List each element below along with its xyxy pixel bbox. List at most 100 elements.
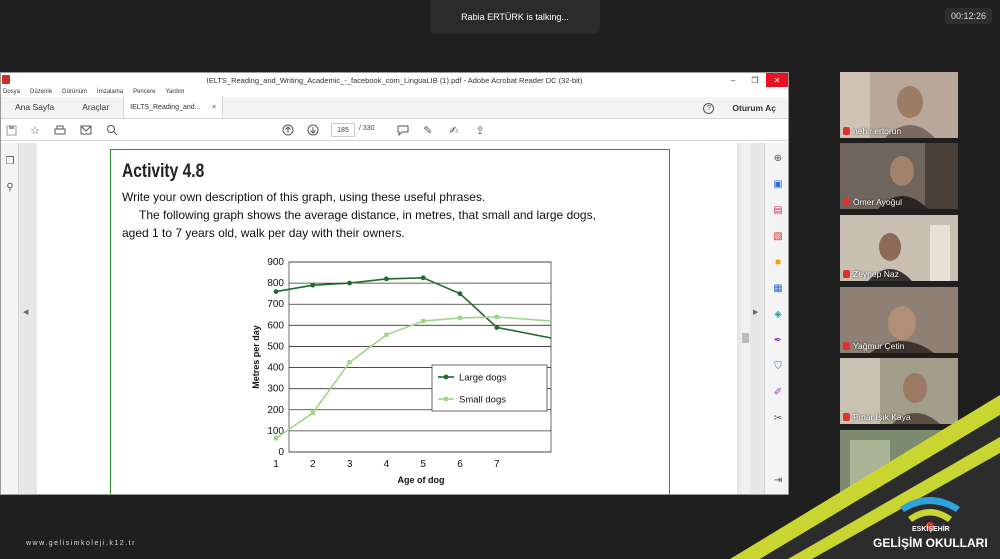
data-point	[494, 325, 500, 330]
organize-pages-icon[interactable]: ▤	[771, 203, 785, 217]
share-icon[interactable]: ⇪	[473, 123, 487, 137]
comment-tool-icon[interactable]: ■	[771, 255, 785, 269]
muted-mic-icon	[843, 342, 850, 350]
comment-icon[interactable]	[396, 123, 410, 137]
tab-document-label: IELTS_Reading_and...	[130, 103, 201, 111]
y-tick-label: 600	[267, 320, 284, 331]
data-point	[384, 332, 389, 338]
data-point	[457, 315, 463, 321]
meeting-timer: 00:12:26	[944, 8, 992, 24]
legend-label: Large dogs	[459, 373, 507, 384]
search-icon[interactable]	[105, 123, 119, 137]
x-tick-label: 2	[310, 459, 316, 470]
data-point	[347, 280, 352, 286]
y-tick-label: 200	[267, 405, 284, 416]
sign-in-button[interactable]: Oturum Aç	[732, 103, 776, 113]
y-tick-label: 100	[267, 426, 284, 437]
participant-tile[interactable]: Yağmur Çetin	[840, 287, 958, 353]
highlight-pen-icon[interactable]: ✎	[421, 123, 435, 137]
school-logo-banner	[730, 395, 1000, 559]
plot-area	[288, 261, 552, 453]
menu-edit[interactable]: Düzenle	[30, 89, 52, 95]
y-tick-label: 300	[267, 384, 284, 395]
toolbar: ☆ 185 / 330 ✎ ✍ ⇪	[1, 119, 788, 141]
data-point	[457, 291, 463, 297]
participant-tile[interactable]: Ömer Ayoğul	[840, 143, 958, 209]
document-area: ❐ ⚲ ◀ Activity 4.8 Write your own descri…	[1, 143, 788, 494]
participant-tile[interactable]: nehir ertorun	[840, 72, 958, 138]
close-window-button[interactable]: ✕	[766, 73, 788, 87]
line-chart: 0 100 200 300 400 500 600 700 800 900 1 2 3 4 5 6 7 Age o…	[251, 257, 552, 485]
y-tick-label: 500	[267, 341, 284, 352]
participant-name: nehir ertorun	[853, 126, 902, 136]
save-icon[interactable]	[4, 123, 18, 137]
school-name: GELİŞİM OKULLARI	[873, 536, 988, 550]
menu-view[interactable]: Görünüm	[62, 89, 87, 95]
series-line-0	[275, 276, 552, 339]
print-icon[interactable]	[53, 123, 67, 137]
attachments-icon[interactable]: ⚲	[4, 181, 16, 193]
tab-home[interactable]: Ana Sayfa	[1, 96, 68, 118]
scan-ocr-icon[interactable]: ◈	[771, 307, 785, 321]
y-tick-label: 800	[267, 278, 284, 289]
zoom-icon[interactable]: ⊕	[771, 151, 785, 165]
y-tick-label: 900	[267, 257, 284, 268]
x-tick-label: 4	[384, 459, 390, 470]
participant-name: Ömer Ayoğul	[853, 197, 902, 207]
website-url: www.gelisimkoleji.k12.tr	[26, 540, 136, 547]
legend-marker	[443, 374, 449, 380]
data-point	[421, 318, 426, 324]
close-tab-icon[interactable]: ×	[212, 104, 216, 111]
bookmark-star-icon[interactable]: ☆	[28, 123, 42, 137]
menu-window[interactable]: Pencere	[133, 89, 155, 95]
data-point	[384, 276, 389, 282]
window-controls: – ❐ ✕	[722, 73, 788, 87]
window-title: IELTS_Reading_and_Writing_Academic_-_fac…	[206, 75, 583, 85]
create-pdf-icon[interactable]: ▣	[771, 177, 785, 191]
page-number-input[interactable]: 185	[331, 123, 355, 137]
y-axis-label: Metres per day	[251, 325, 261, 389]
legend-marker	[443, 396, 449, 402]
sign-icon[interactable]: ✍	[447, 123, 461, 137]
participant-tile[interactable]: Zeynep Naz	[840, 215, 958, 281]
x-tick-label: 1	[273, 459, 279, 470]
edit-pdf-icon[interactable]: ▦	[771, 281, 785, 295]
x-tick-label: 3	[347, 459, 353, 470]
participant-name: Yağmur Çetin	[853, 341, 905, 351]
y-tick-label: 400	[267, 363, 284, 374]
help-icon[interactable]: ?	[703, 102, 715, 114]
fill-sign-icon[interactable]: ✒	[771, 333, 785, 347]
tab-document[interactable]: IELTS_Reading_and... ×	[123, 96, 224, 118]
x-tick-label: 5	[420, 459, 426, 470]
menu-sign[interactable]: İmzalama	[97, 89, 123, 95]
expand-left-panel-icon[interactable]: ◀	[23, 308, 28, 316]
email-icon[interactable]	[79, 123, 93, 137]
data-point	[310, 410, 315, 416]
legend-label: Small dogs	[459, 395, 506, 406]
menu-file[interactable]: Dosya	[3, 89, 20, 95]
restore-button[interactable]: ❐	[744, 73, 766, 87]
page-thumbnails-icon[interactable]: ❐	[4, 155, 16, 167]
previous-page-icon[interactable]	[281, 123, 295, 137]
menu-help[interactable]: Yardım	[165, 89, 184, 95]
protect-icon[interactable]: ⛉	[771, 359, 785, 373]
export-pdf-icon[interactable]: ▧	[771, 229, 785, 243]
muted-mic-icon	[843, 270, 850, 278]
acrobat-logo-icon	[2, 75, 10, 84]
muted-mic-icon	[843, 127, 850, 135]
collapse-right-panel-icon[interactable]: ▶	[753, 308, 758, 316]
minimize-button[interactable]: –	[722, 73, 744, 87]
next-page-icon[interactable]	[306, 123, 320, 137]
screen: Rabia ERTÜRK is talking... 00:12:26 IELT…	[0, 0, 1000, 559]
x-tick-label: 7	[494, 459, 500, 470]
data-point	[273, 289, 279, 294]
tab-tools[interactable]: Araçlar	[68, 96, 123, 118]
x-axis-label: Age of dog	[398, 475, 445, 485]
scrollbar-thumb[interactable]	[742, 333, 749, 343]
acrobat-window: IELTS_Reading_and_Writing_Academic_-_fac…	[0, 72, 789, 495]
data-point	[347, 360, 352, 365]
data-point	[310, 282, 316, 288]
y-tick-label: 0	[278, 447, 284, 458]
y-tick-label: 700	[267, 299, 284, 310]
data-point	[420, 275, 426, 281]
